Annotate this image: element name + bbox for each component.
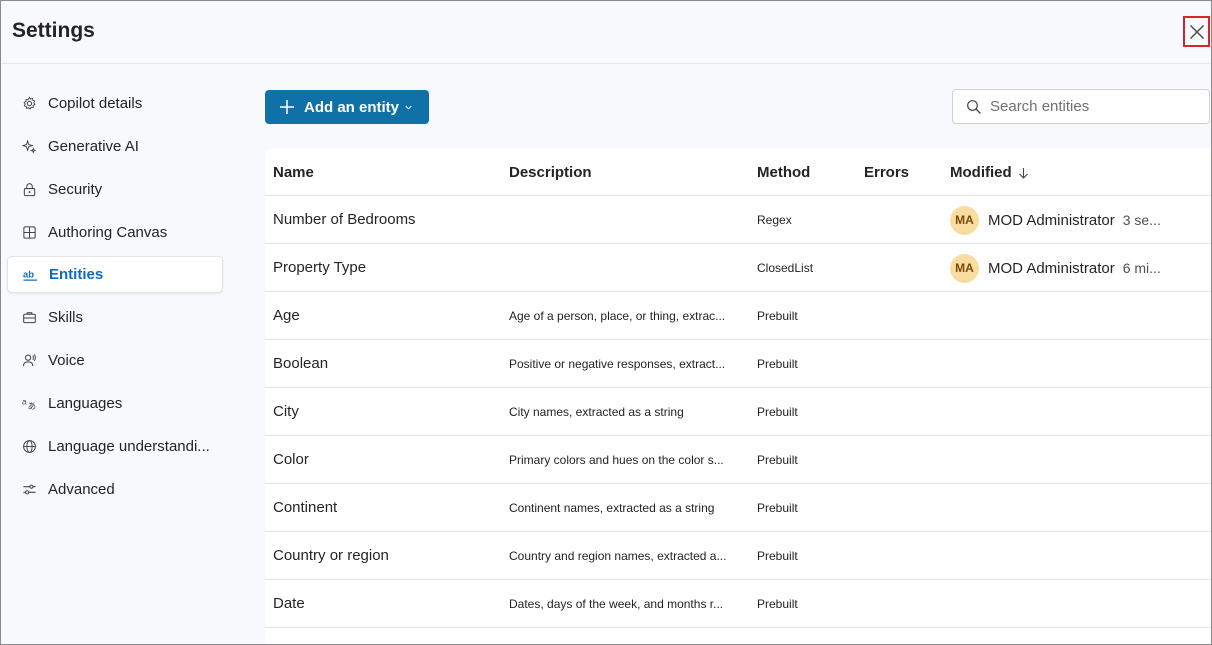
sidebar-item-label: Entities bbox=[49, 266, 104, 283]
add-entity-button[interactable]: Add an entity bbox=[265, 90, 429, 124]
modified-time: 6 mi... bbox=[1122, 260, 1161, 276]
sidebar-item-label: Languages bbox=[48, 395, 123, 412]
table-row[interactable]: City City names, extracted as a string P… bbox=[265, 388, 1211, 436]
entity-description: Dates, days of the week, and months r... bbox=[509, 597, 724, 611]
sidebar-item-label: Skills bbox=[48, 309, 84, 326]
entity-name[interactable]: Date bbox=[273, 595, 498, 612]
sidebar-item-label: Authoring Canvas bbox=[48, 224, 168, 241]
entity-method: Prebuilt bbox=[757, 309, 798, 323]
entity-description: Country and region names, extracted a... bbox=[509, 549, 727, 563]
column-header-method[interactable]: Method bbox=[757, 164, 810, 181]
table-row[interactable]: Date Dates, days of the week, and months… bbox=[265, 580, 1211, 628]
close-button[interactable] bbox=[1183, 16, 1210, 47]
entity-name[interactable]: Boolean bbox=[273, 355, 498, 372]
search-input[interactable] bbox=[990, 98, 1190, 115]
entity-method: Regex bbox=[757, 213, 792, 227]
entity-name[interactable]: City bbox=[273, 403, 498, 420]
column-header-modified-label: Modified bbox=[950, 164, 1012, 181]
entity-modified: MA MOD Administrator 6 mi... bbox=[950, 253, 1180, 283]
entity-name[interactable]: Continent bbox=[273, 499, 498, 516]
sidebar-item-voice[interactable]: Voice bbox=[7, 342, 223, 379]
settings-header: Settings bbox=[1, 1, 1211, 64]
entities-table: Name Description Method Errors Modified … bbox=[265, 148, 1211, 644]
sidebar-item-label: Generative AI bbox=[48, 138, 139, 155]
translate-icon: aあ bbox=[21, 396, 37, 412]
column-header-modified[interactable]: Modified bbox=[950, 164, 1029, 181]
sidebar-item-label: Language understandi... bbox=[48, 438, 210, 455]
globe-icon bbox=[21, 439, 37, 455]
settings-sidebar: Copilot details Generative AI Security A… bbox=[1, 65, 233, 644]
sidebar-item-security[interactable]: Security bbox=[7, 171, 223, 208]
entity-name[interactable]: Property Type bbox=[273, 259, 498, 276]
entity-name[interactable]: Country or region bbox=[273, 547, 498, 564]
column-header-name[interactable]: Name bbox=[273, 164, 314, 181]
sidebar-item-skills[interactable]: Skills bbox=[7, 299, 223, 336]
entity-method: Prebuilt bbox=[757, 357, 798, 371]
entity-description: Primary colors and hues on the color s..… bbox=[509, 453, 724, 467]
table-header: Name Description Method Errors Modified bbox=[265, 148, 1211, 196]
avatar: MA bbox=[950, 205, 979, 235]
modified-by: MOD Administrator bbox=[988, 211, 1115, 229]
entity-modified: MA MOD Administrator 3 se... bbox=[950, 205, 1180, 235]
entity-method: Prebuilt bbox=[757, 501, 798, 515]
entity-description: Age of a person, place, or thing, extrac… bbox=[509, 309, 726, 323]
svg-text:あ: あ bbox=[27, 401, 35, 411]
plus-icon bbox=[279, 99, 295, 115]
modified-by: MOD Administrator bbox=[988, 259, 1115, 277]
settings-window: Settings Copilot details Generative AI S… bbox=[0, 0, 1212, 645]
sidebar-item-entities[interactable]: ab Entities bbox=[7, 256, 223, 293]
column-header-description[interactable]: Description bbox=[509, 164, 592, 181]
text-ab-icon: ab bbox=[22, 267, 38, 283]
table-row[interactable]: Age Age of a person, place, or thing, ex… bbox=[265, 292, 1211, 340]
add-entity-label: Add an entity bbox=[304, 98, 400, 116]
sliders-icon bbox=[21, 482, 37, 498]
table-row[interactable]: Boolean Positive or negative responses, … bbox=[265, 340, 1211, 388]
sidebar-item-label: Copilot details bbox=[48, 95, 143, 112]
sort-down-arrow-icon bbox=[1018, 167, 1029, 179]
entity-name[interactable]: Age bbox=[273, 307, 498, 324]
entity-description: Continent names, extracted as a string bbox=[509, 501, 715, 515]
table-row[interactable]: Country or region Country and region nam… bbox=[265, 532, 1211, 580]
search-icon bbox=[966, 99, 982, 115]
lock-icon bbox=[21, 182, 37, 198]
entity-description: City names, extracted as a string bbox=[509, 405, 684, 419]
entity-description: Positive or negative responses, extract.… bbox=[509, 357, 726, 371]
chevron-down-icon bbox=[404, 103, 413, 112]
search-box[interactable] bbox=[952, 89, 1210, 124]
briefcase-icon bbox=[21, 310, 37, 326]
entity-name[interactable]: Number of Bedrooms bbox=[273, 211, 498, 228]
entity-method: Prebuilt bbox=[757, 597, 798, 611]
entity-method: Prebuilt bbox=[757, 549, 798, 563]
table-row[interactable]: Property Type ClosedList MA MOD Administ… bbox=[265, 244, 1211, 292]
gear-icon bbox=[21, 96, 37, 112]
svg-text:a: a bbox=[22, 396, 27, 406]
entity-method: Prebuilt bbox=[757, 405, 798, 419]
table-row[interactable]: Continent Continent names, extracted as … bbox=[265, 484, 1211, 532]
sidebar-item-copilot-details[interactable]: Copilot details bbox=[7, 85, 223, 122]
sidebar-item-advanced[interactable]: Advanced bbox=[7, 471, 223, 508]
sidebar-item-authoring-canvas[interactable]: Authoring Canvas bbox=[7, 214, 223, 251]
sidebar-item-label: Advanced bbox=[48, 481, 115, 498]
avatar: MA bbox=[950, 253, 979, 283]
entity-method: Prebuilt bbox=[757, 453, 798, 467]
table-row[interactable]: Color Primary colors and hues on the col… bbox=[265, 436, 1211, 484]
person-voice-icon bbox=[21, 353, 37, 369]
entity-name[interactable]: Color bbox=[273, 451, 498, 468]
sidebar-item-languages[interactable]: aあ Languages bbox=[7, 385, 223, 422]
sidebar-item-generative-ai[interactable]: Generative AI bbox=[7, 128, 223, 165]
sidebar-item-label: Voice bbox=[48, 352, 85, 369]
entity-method: ClosedList bbox=[757, 261, 814, 275]
main-content: Add an entity Name Description Method Er… bbox=[233, 65, 1211, 644]
table-row[interactable]: Number of Bedrooms Regex MA MOD Administ… bbox=[265, 196, 1211, 244]
modified-time: 3 se... bbox=[1122, 212, 1161, 228]
svg-text:ab: ab bbox=[23, 269, 34, 279]
sidebar-item-language-understanding[interactable]: Language understandi... bbox=[7, 428, 223, 465]
column-header-errors[interactable]: Errors bbox=[864, 164, 909, 181]
grid-icon bbox=[21, 225, 37, 241]
page-title: Settings bbox=[12, 19, 95, 42]
sparkle-icon bbox=[21, 139, 37, 155]
sidebar-item-label: Security bbox=[48, 181, 103, 198]
close-icon bbox=[1189, 24, 1204, 39]
